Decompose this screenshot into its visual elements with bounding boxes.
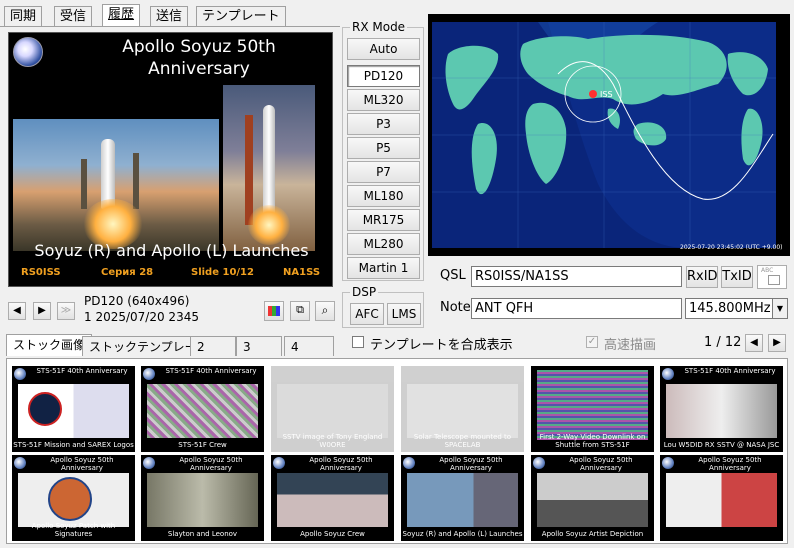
mode-info: PD120 (640x496) <box>84 294 190 308</box>
stock-image-gallery: STS-51F 40th Anniversary STS-51F Mission… <box>6 358 788 544</box>
image-slide: Slide 10/12 <box>191 267 254 278</box>
image-series: Серия 28 <box>101 267 154 278</box>
qsl-field[interactable]: RS0ISS/NA1SS <box>471 266 682 287</box>
fast-render-checkbox[interactable]: ✓ <box>586 336 598 348</box>
mode-ml180-button[interactable]: ML180 <box>347 185 420 207</box>
qsl-label: QSL <box>440 268 466 283</box>
soyuz-launch-photo <box>13 119 219 251</box>
search-icon[interactable]: ⌕ <box>315 301 335 321</box>
thumbnail[interactable]: Apollo Soyuz 50th Anniversary Soyuz (R) … <box>401 455 524 541</box>
mode-ml320-button[interactable]: ML320 <box>347 89 420 111</box>
copy-icon[interactable]: ⧉ <box>290 301 310 321</box>
thumbnail[interactable]: STS-51F 40th Anniversary Lou W5DID RX SS… <box>660 366 783 452</box>
abc-icon[interactable]: ABC <box>757 265 787 289</box>
mode-martin1-button[interactable]: Martin 1 <box>347 257 420 279</box>
note-label: Note <box>440 300 471 315</box>
mode-pd120-button[interactable]: PD120 <box>347 65 420 87</box>
thumbnail[interactable]: SSTV image of Tony England W0ORE <box>271 366 394 452</box>
thumbnail[interactable]: STS-51F 40th Anniversary STS-51F Crew <box>141 366 264 452</box>
frequency-select[interactable]: 145.800MHz <box>685 298 775 319</box>
next-icon[interactable]: ▶ <box>33 302 51 320</box>
thumbnail[interactable]: First 2-Way Video Downlink on Shuttle fr… <box>531 366 654 452</box>
tab-stock-template-2[interactable]: 2 <box>190 336 236 356</box>
mode-p7-button[interactable]: P7 <box>347 161 420 183</box>
thumbnail[interactable]: STS-51F 40th Anniversary STS-51F Mission… <box>12 366 135 452</box>
page-indicator: 1 / 12 <box>704 335 742 350</box>
mode-p5-button[interactable]: P5 <box>347 137 420 159</box>
iss-logo-icon <box>13 37 43 67</box>
note-field[interactable]: ANT QFH <box>471 298 682 319</box>
mode-ml280-button[interactable]: ML280 <box>347 233 420 255</box>
dsp-label: DSP <box>350 285 379 299</box>
color-bars-icon[interactable] <box>264 301 284 321</box>
map-timestamp: 2025-07-20 23:45:02 (UTC +9.00) <box>680 244 783 251</box>
thumbnail[interactable]: Apollo Soyuz 50th Anniversary Apollo Soy… <box>531 455 654 541</box>
frequency-dropdown-icon[interactable]: ▼ <box>772 298 788 319</box>
template-composite-checkbox[interactable] <box>352 336 364 348</box>
mode-mr175-button[interactable]: MR175 <box>347 209 420 231</box>
image-title: Apollo Soyuz 50th Anniversary <box>122 37 276 79</box>
thumbnail[interactable]: Apollo Soyuz 50th Anniversary Apollo Soy… <box>271 455 394 541</box>
iss-position-label: ISS <box>600 90 613 99</box>
image-caption: Soyuz (R) and Apollo (L) Launches <box>34 241 309 260</box>
fast-render-label: 高速描画 <box>604 338 657 353</box>
tab-stock-template-4[interactable]: 4 <box>284 336 334 356</box>
thumbnail[interactable]: Solar Telescope mounted to SPACELAB <box>401 366 524 452</box>
lms-button[interactable]: LMS <box>387 303 421 325</box>
txid-button[interactable]: TxID <box>721 266 753 288</box>
rx-mode-label: RX Mode <box>350 20 408 34</box>
prev-icon[interactable]: ◀ <box>8 302 26 320</box>
received-image: Apollo Soyuz 50th Anniversary Soyuz (R) … <box>8 32 333 287</box>
thumbnail[interactable]: Apollo Soyuz 50th Anniversary Apollo Soy… <box>12 455 135 541</box>
tab-send[interactable]: 送信 <box>150 6 189 26</box>
mode-p3-button[interactable]: P3 <box>347 113 420 135</box>
page-prev-icon[interactable]: ◀ <box>745 334 763 352</box>
afc-button[interactable]: AFC <box>350 303 384 325</box>
tab-stock-images[interactable]: ストック画像 <box>6 334 93 356</box>
thumbnail[interactable]: Apollo Soyuz 50th Anniversary Slayton an… <box>141 455 264 541</box>
world-map-svg <box>432 22 776 248</box>
tab-sync[interactable]: 同期 <box>4 6 43 26</box>
tab-stock-template-3[interactable]: 3 <box>236 336 282 356</box>
tab-receive[interactable]: 受信 <box>54 6 93 26</box>
last-icon[interactable]: ≫ <box>57 302 75 320</box>
satellite-tracking-map: ISS 2025-07-20 23:45:02 (UTC +9.00) <box>428 14 790 256</box>
tab-history[interactable]: 履歴 <box>102 4 141 26</box>
apollo-launch-photo <box>223 85 315 251</box>
thumbnail[interactable]: Apollo Soyuz 50th Anniversary <box>660 455 783 541</box>
template-composite-label: テンプレートを合成表示 <box>370 338 513 353</box>
page-next-icon[interactable]: ▶ <box>768 334 786 352</box>
rxid-button[interactable]: RxID <box>686 266 718 288</box>
image-callsign-right: NA1SS <box>283 267 321 278</box>
image-callsign-left: RS0ISS <box>21 267 61 278</box>
tab-template[interactable]: テンプレート <box>196 6 286 26</box>
entry-info: 1 2025/07/20 2345 <box>84 310 199 324</box>
mode-auto-button[interactable]: Auto <box>347 38 420 60</box>
